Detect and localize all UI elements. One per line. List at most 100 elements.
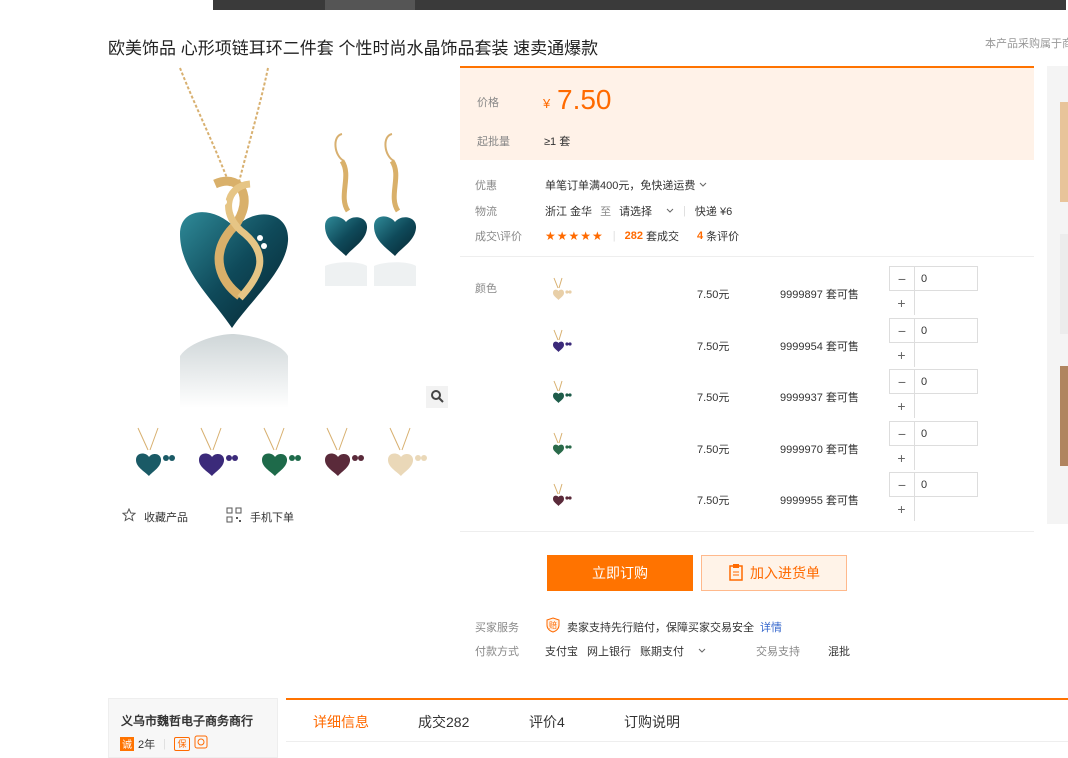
increment-button[interactable]: + <box>889 394 915 418</box>
quantity-input[interactable] <box>914 266 978 291</box>
origin-text: 浙江 金华 <box>545 206 593 218</box>
reviews-unit: 条评价 <box>706 231 740 243</box>
buyer-service-text: 卖家支持先行赔付，保障买家交易安全 <box>567 621 754 634</box>
promo-text[interactable]: 单笔订单满400元，免快递运费 <box>545 177 695 193</box>
tab-order-notes[interactable]: 订购说明 <box>624 712 680 732</box>
payment-method: 支付宝 <box>545 646 578 658</box>
zoom-button[interactable] <box>426 386 448 408</box>
product-actions: 收藏产品 手机下单 <box>121 507 294 526</box>
svg-text:赔: 赔 <box>549 620 557 630</box>
main-product-image[interactable] <box>120 66 450 408</box>
quantity-stepper: −+ <box>889 369 979 419</box>
thumbnail-strip <box>128 424 428 480</box>
tab-reviews[interactable]: 评价4 <box>529 712 565 732</box>
decrement-button[interactable]: − <box>889 266 915 291</box>
side-note: 本产品采购属于商 <box>985 38 1068 50</box>
divider-line <box>460 531 1034 532</box>
sku-thumbnail[interactable] <box>546 276 574 304</box>
thumbnail-wine[interactable] <box>317 424 365 480</box>
product-price: 7.50 <box>557 84 612 115</box>
price-panel: 价格 ¥ 7.50 起批量 ≥1 套 <box>460 66 1034 160</box>
divider: | <box>163 737 166 750</box>
payment-label: 付款方式 <box>475 646 519 658</box>
mobile-order-label: 手机下单 <box>250 511 294 524</box>
shipping-fee: 快递 ¥6 <box>694 206 733 218</box>
to-text: 至 <box>600 206 612 218</box>
mobile-order-button[interactable]: 手机下单 <box>226 507 294 526</box>
deals-count[interactable]: 282 <box>625 230 643 242</box>
buyer-service-label: 买家服务 <box>475 621 519 634</box>
sku-price: 7.50元 <box>697 392 730 404</box>
deals-row: 成交\评价 ★★★★★ | 282 套成交 4 条评价 <box>475 228 739 244</box>
quantity-input[interactable] <box>914 318 978 343</box>
shield-icon: 赔 <box>545 617 561 636</box>
sku-price: 7.50元 <box>697 341 730 353</box>
membership-years: 2年 <box>138 738 156 751</box>
buyer-service-row: 买家服务 赔 卖家支持先行赔付，保障买家交易安全 详情 <box>475 617 782 636</box>
rating-stars: ★★★★★ <box>545 229 604 243</box>
tab-deals[interactable]: 成交282 <box>418 712 469 732</box>
destination-select[interactable]: 请选择 <box>619 203 674 219</box>
sku-stock: 9999954 套可售 <box>780 341 859 353</box>
decrement-button[interactable]: − <box>889 318 915 343</box>
decrement-button[interactable]: − <box>889 472 915 497</box>
deals-unit: 套成交 <box>646 231 680 243</box>
sku-row: 7.50元 9999970 套可售 −+ <box>540 421 1000 472</box>
thumbnail-clear[interactable] <box>380 424 428 480</box>
favorite-label: 收藏产品 <box>144 511 188 524</box>
trade-support-label: 交易支持 <box>756 646 800 658</box>
payment-method: 网上银行 <box>587 646 631 658</box>
payment-row: 付款方式 支付宝 网上银行 账期支付 交易支持 混批 <box>475 643 850 659</box>
promo-label: 优惠 <box>475 180 497 192</box>
favorite-button[interactable]: 收藏产品 <box>121 507 188 526</box>
shop-name[interactable]: 义乌市魏哲电子商务商行 <box>121 712 253 729</box>
recommendation-image[interactable] <box>1060 102 1068 202</box>
quantity-stepper: −+ <box>889 421 979 471</box>
add-to-purchase-list-button[interactable]: 加入进货单 <box>701 555 847 591</box>
recommendation-image[interactable] <box>1060 366 1068 466</box>
increment-button[interactable]: + <box>889 291 915 315</box>
increment-button[interactable]: + <box>889 446 915 470</box>
moq-value: ≥1 套 <box>544 136 571 148</box>
tab-details[interactable]: 详细信息 <box>313 712 369 732</box>
top-nav-bar <box>213 0 1066 10</box>
thumbnail-green[interactable] <box>254 424 302 480</box>
recommendation-strip <box>1047 66 1068 524</box>
increment-button[interactable]: + <box>889 343 915 367</box>
decrement-button[interactable]: − <box>889 369 915 394</box>
buy-now-button[interactable]: 立即订购 <box>547 555 693 591</box>
recommendation-image[interactable] <box>1060 234 1068 334</box>
chevron-down-icon[interactable] <box>699 179 707 191</box>
decrement-button[interactable]: − <box>889 421 915 446</box>
increment-button[interactable]: + <box>889 497 915 521</box>
divider-line <box>460 256 1034 257</box>
reviews-count[interactable]: 4 <box>697 230 703 242</box>
service-detail-link[interactable]: 详情 <box>760 619 782 635</box>
sku-stock: 9999937 套可售 <box>780 392 859 404</box>
sku-thumbnail[interactable] <box>546 482 574 510</box>
quantity-input[interactable] <box>914 421 978 446</box>
thumbnail-teal[interactable] <box>128 424 176 480</box>
promo-row: 优惠 单笔订单满400元，免快递运费 <box>475 177 707 193</box>
add-to-list-label: 加入进货单 <box>750 565 820 581</box>
sku-thumbnail[interactable] <box>546 379 574 407</box>
quantity-input[interactable] <box>914 472 978 497</box>
inspection-icon[interactable] <box>194 735 208 752</box>
color-label: 颜色 <box>475 283 497 295</box>
cheng-xin-badge[interactable]: 诚 <box>120 736 134 751</box>
shop-info-box: 义乌市魏哲电子商务商行 诚 2年 | 保 <box>108 698 278 758</box>
top-nav-active-tab[interactable] <box>325 0 415 10</box>
guarantee-badge[interactable]: 保 <box>173 736 190 751</box>
sku-thumbnail[interactable] <box>546 328 574 356</box>
trade-support-value: 混批 <box>828 646 850 658</box>
chevron-down-icon[interactable] <box>698 645 706 657</box>
sku-thumbnail[interactable] <box>546 431 574 459</box>
quantity-input[interactable] <box>914 369 978 394</box>
divider: | <box>683 205 686 217</box>
price-label: 价格 <box>477 97 499 109</box>
thumbnail-purple[interactable] <box>191 424 239 480</box>
quantity-stepper: −+ <box>889 266 979 316</box>
payment-method: 账期支付 <box>640 646 684 658</box>
product-title: 欧美饰品 心形项链耳环二件套 个性时尚水晶饰品套装 速卖通爆款 <box>108 39 599 58</box>
logistics-row: 物流 浙江 金华 至 请选择 | 快递 ¥6 <box>475 203 732 219</box>
